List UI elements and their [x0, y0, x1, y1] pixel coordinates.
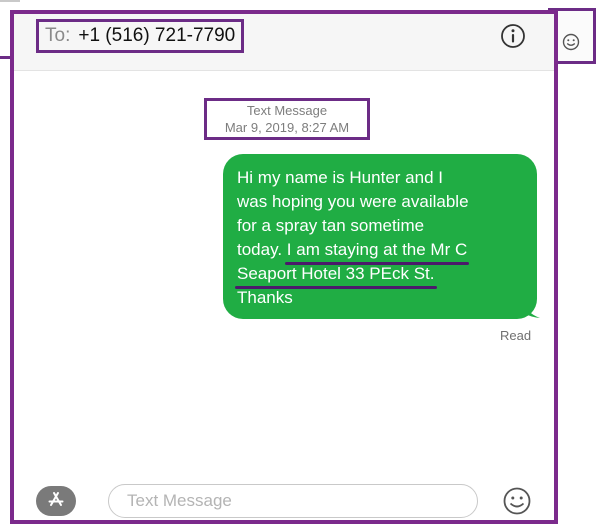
message-line: Seaport Hotel 33 PEck St.	[235, 262, 527, 289]
read-receipt: Read	[500, 328, 532, 343]
messages-window: To: +1 (516) 721-7790 Text Message Mar 9…	[10, 10, 558, 524]
message-line: Thanks	[237, 288, 293, 307]
background-divider	[0, 0, 20, 2]
app-store-button[interactable]	[36, 486, 76, 516]
date-time: Mar 9, 2019, 8:27 AM	[224, 120, 350, 135]
conversation-header: To: +1 (516) 721-7790	[14, 14, 554, 71]
message-text: today.	[237, 240, 283, 259]
message-input[interactable]	[108, 484, 478, 518]
message-line: Hi my name is Hunter and I	[237, 168, 443, 187]
recipient-number[interactable]: +1 (516) 721-7790	[78, 25, 235, 47]
highlighted-address: Seaport Hotel 33 PEck St.	[235, 262, 436, 289]
info-icon[interactable]	[500, 23, 526, 54]
emoji-icon[interactable]	[502, 486, 532, 520]
message-timestamp: Text Message Mar 9, 2019, 8:27 AM	[204, 98, 370, 140]
bubble-tail	[524, 301, 540, 324]
recipient-field[interactable]: To: +1 (516) 721-7790	[36, 19, 245, 53]
message-line: today. I am staying at the Mr C	[237, 238, 527, 265]
app-store-icon	[47, 490, 65, 513]
message-line: was hoping you were available	[237, 192, 469, 211]
service-label: Text Message	[246, 103, 328, 118]
highlighted-address: I am staying at the Mr C	[284, 238, 470, 265]
message-line: for a spray tan sometime	[237, 216, 425, 235]
to-label: To:	[45, 25, 71, 46]
outgoing-message-bubble[interactable]: Hi my name is Hunter and I was hoping yo…	[223, 154, 537, 319]
emoji-icon[interactable]	[562, 33, 580, 56]
annotation-frame-edge	[0, 56, 10, 59]
